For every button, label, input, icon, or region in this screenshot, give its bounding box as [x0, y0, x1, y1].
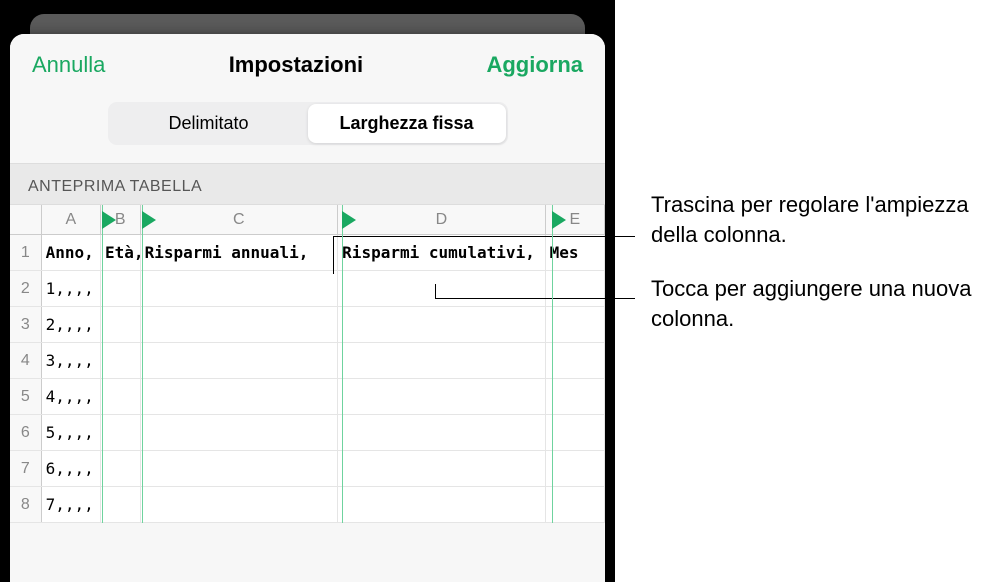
segment-delimited[interactable]: Delimitato — [110, 104, 308, 143]
table-cell[interactable] — [546, 307, 605, 342]
cancel-button[interactable]: Annulla — [32, 52, 105, 78]
mode-segmented-control: Delimitato Larghezza fissa — [108, 102, 508, 145]
table-cell[interactable] — [101, 271, 141, 306]
row-number: 3 — [10, 307, 42, 342]
table-cell[interactable] — [338, 415, 545, 450]
app-background: Annulla Impostazioni Aggiorna Delimitato… — [0, 0, 615, 582]
table-row[interactable]: 21,,,, — [10, 271, 605, 307]
row-number: 1 — [10, 235, 42, 270]
col-header-c[interactable]: C — [141, 205, 339, 234]
table-row[interactable]: 1Anno,Età,Risparmi annuali,Risparmi cumu… — [10, 235, 605, 271]
table-cell[interactable]: Età, — [101, 235, 141, 270]
table-cell[interactable]: 5,,,, — [42, 415, 101, 450]
table-cell[interactable] — [546, 271, 605, 306]
table-cell[interactable] — [101, 379, 141, 414]
table-cell[interactable]: 1,,,, — [42, 271, 101, 306]
table-cell[interactable] — [338, 379, 545, 414]
table-cell[interactable] — [141, 451, 339, 486]
table-cell[interactable]: Anno, — [42, 235, 101, 270]
table-cell[interactable] — [101, 451, 141, 486]
annotation-tap: Tocca per aggiungere una nuova colonna. — [651, 274, 981, 333]
column-handle-triangle-icon[interactable] — [552, 211, 566, 229]
table-cell[interactable] — [141, 343, 339, 378]
table-row[interactable]: 87,,,, — [10, 487, 605, 523]
annotations-panel: Trascina per regolare l'ampiezza della c… — [615, 0, 993, 582]
row-number: 4 — [10, 343, 42, 378]
table-cell[interactable] — [101, 487, 141, 522]
column-handle-triangle-icon[interactable] — [342, 211, 356, 229]
data-rows: 1Anno,Età,Risparmi annuali,Risparmi cumu… — [10, 235, 605, 523]
table-row[interactable]: 76,,,, — [10, 451, 605, 487]
update-button[interactable]: Aggiorna — [486, 52, 583, 78]
table-cell[interactable] — [141, 379, 339, 414]
dialog-header: Annulla Impostazioni Aggiorna — [10, 34, 605, 92]
table-cell[interactable] — [141, 307, 339, 342]
table-cell[interactable] — [141, 415, 339, 450]
table-cell[interactable] — [546, 415, 605, 450]
table-preview[interactable]: A B C D E 1Anno,Età,Risparmi annuali,Ris… — [10, 205, 605, 523]
table-cell[interactable] — [101, 307, 141, 342]
table-cell[interactable] — [338, 487, 545, 522]
row-number: 8 — [10, 487, 42, 522]
table-cell[interactable] — [141, 271, 339, 306]
row-number: 7 — [10, 451, 42, 486]
table-row[interactable]: 54,,,, — [10, 379, 605, 415]
callout-line-drag-v — [333, 236, 334, 274]
col-header-a[interactable]: A — [42, 205, 101, 234]
table-cell[interactable] — [546, 343, 605, 378]
table-cell[interactable] — [141, 487, 339, 522]
table-cell[interactable]: 4,,,, — [42, 379, 101, 414]
corner-cell — [10, 205, 42, 234]
settings-dialog: Annulla Impostazioni Aggiorna Delimitato… — [10, 34, 605, 582]
table-row[interactable]: 65,,,, — [10, 415, 605, 451]
column-header-row: A B C D E — [10, 205, 605, 235]
table-cell[interactable]: Risparmi cumulativi, — [338, 235, 545, 270]
table-cell[interactable]: Mes — [546, 235, 605, 270]
callout-line-tap-h — [435, 298, 635, 299]
table-cell[interactable] — [338, 271, 545, 306]
table-cell[interactable]: 6,,,, — [42, 451, 101, 486]
col-header-d[interactable]: D — [338, 205, 546, 234]
preview-section-header: Anteprima Tabella — [10, 163, 605, 205]
table-cell[interactable] — [546, 451, 605, 486]
row-number: 5 — [10, 379, 42, 414]
table-cell[interactable]: Risparmi annuali, — [141, 235, 339, 270]
annotation-drag: Trascina per regolare l'ampiezza della c… — [651, 190, 991, 249]
table-cell[interactable] — [101, 343, 141, 378]
row-number: 2 — [10, 271, 42, 306]
table-cell[interactable] — [338, 343, 545, 378]
table-cell[interactable] — [338, 307, 545, 342]
table-cell[interactable] — [101, 415, 141, 450]
callout-line-tap-v — [435, 284, 436, 298]
table-cell[interactable]: 2,,,, — [42, 307, 101, 342]
segment-fixed-width[interactable]: Larghezza fissa — [308, 104, 506, 143]
callout-line-drag-h — [333, 236, 635, 237]
table-cell[interactable] — [546, 379, 605, 414]
table-cell[interactable] — [546, 487, 605, 522]
table-cell[interactable]: 3,,,, — [42, 343, 101, 378]
table-cell[interactable] — [338, 451, 545, 486]
table-cell[interactable]: 7,,,, — [42, 487, 101, 522]
dialog-title: Impostazioni — [229, 52, 363, 78]
column-handle-triangle-icon[interactable] — [142, 211, 156, 229]
row-number: 6 — [10, 415, 42, 450]
table-row[interactable]: 32,,,, — [10, 307, 605, 343]
table-row[interactable]: 43,,,, — [10, 343, 605, 379]
column-handle-triangle-icon[interactable] — [102, 211, 116, 229]
